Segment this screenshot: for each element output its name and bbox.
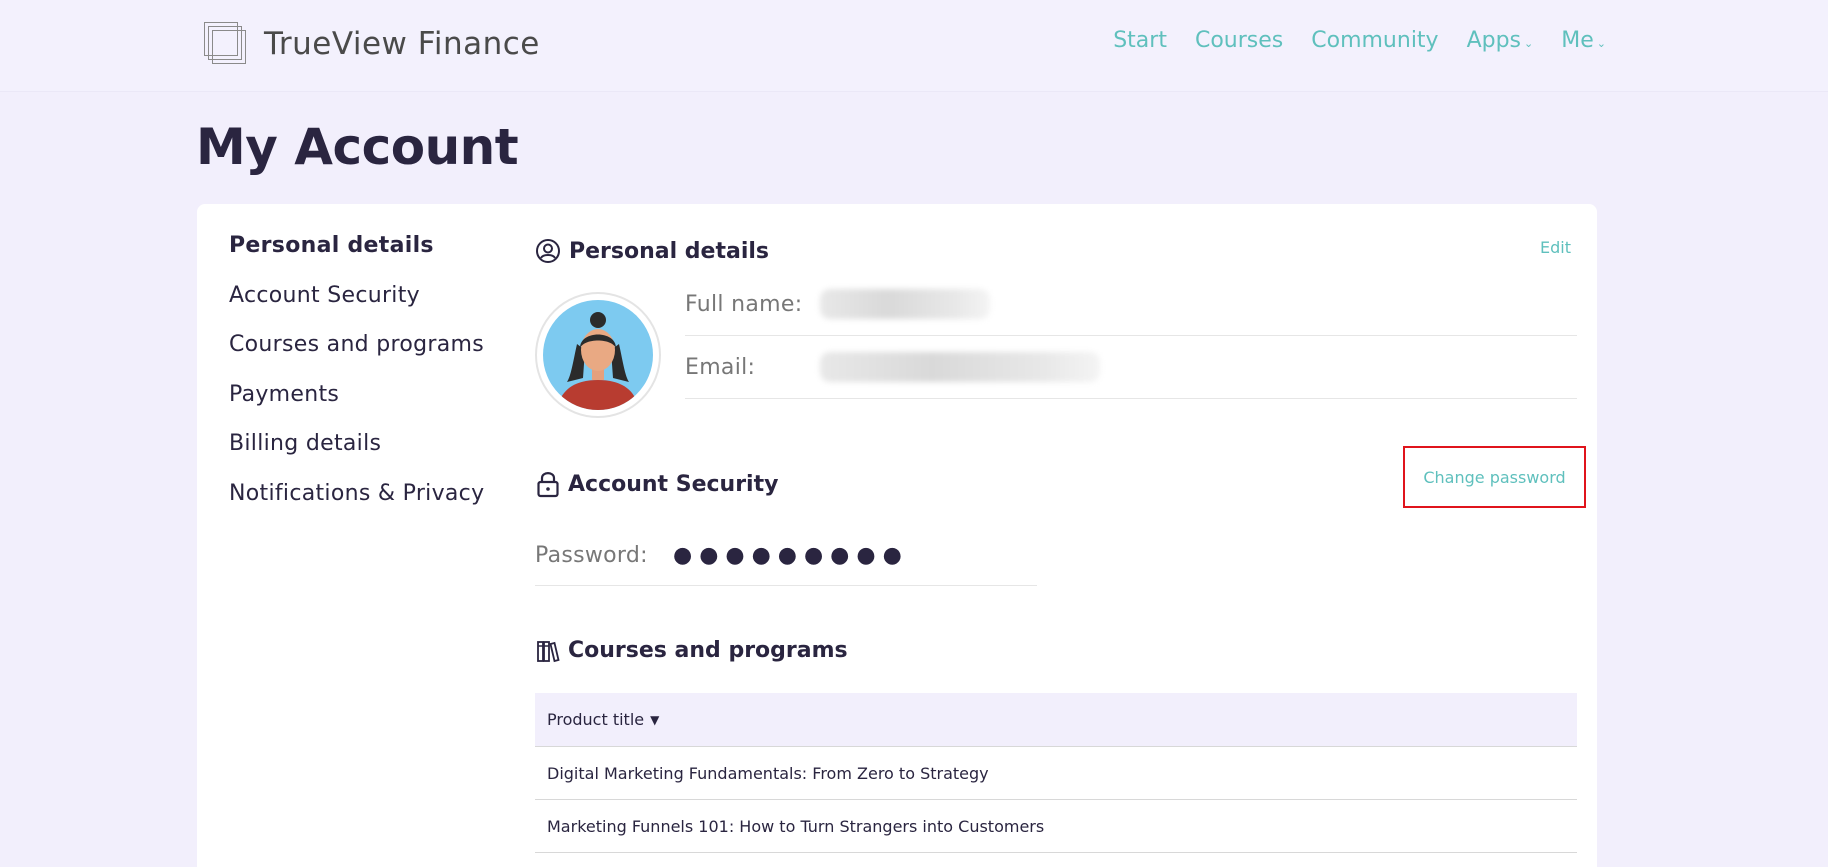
change-password-highlight: Change password bbox=[1403, 446, 1586, 508]
sidebar-item-personal-details[interactable]: Personal details bbox=[229, 234, 484, 284]
full-name-value-redacted bbox=[820, 289, 990, 319]
table-row[interactable]: Digital Marketing Fundamentals: From Zer… bbox=[535, 747, 1577, 800]
brand[interactable]: TrueView Finance bbox=[200, 20, 540, 68]
change-password-link[interactable]: Change password bbox=[1423, 468, 1565, 487]
sidebar-item-notifications-privacy[interactable]: Notifications & Privacy bbox=[229, 481, 484, 532]
main-nav: Start Courses Community Apps ⌄ Me ⌄ bbox=[1085, 28, 1606, 53]
user-circle-icon bbox=[536, 239, 560, 263]
page-title: My Account bbox=[196, 118, 519, 176]
lock-icon bbox=[537, 472, 559, 498]
sidebar-item-courses-programs[interactable]: Courses and programs bbox=[229, 333, 484, 383]
email-value-redacted bbox=[820, 352, 1100, 382]
account-card: Personal details Account Security Course… bbox=[197, 204, 1597, 867]
courses-title: Courses and programs bbox=[568, 638, 848, 663]
avatar-illustration bbox=[543, 300, 653, 410]
password-label: Password: bbox=[535, 543, 648, 568]
brand-logo-icon bbox=[200, 20, 248, 68]
courses-heading: Courses and programs bbox=[536, 638, 848, 663]
sidebar-item-payments[interactable]: Payments bbox=[229, 382, 484, 433]
nav-me[interactable]: Me ⌄ bbox=[1561, 28, 1606, 53]
column-header-product-title[interactable]: Product title ▼ bbox=[535, 693, 1577, 747]
account-security-title: Account Security bbox=[568, 471, 779, 497]
table-row[interactable]: Marketing Funnels 101: How to Turn Stran… bbox=[535, 800, 1577, 853]
sidebar-item-billing-details[interactable]: Billing details bbox=[229, 432, 484, 482]
sort-caret-down-icon: ▼ bbox=[650, 712, 660, 727]
brand-name: TrueView Finance bbox=[264, 26, 540, 62]
email-label: Email: bbox=[685, 354, 756, 380]
account-security-heading: Account Security bbox=[536, 470, 778, 498]
personal-details-title: Personal details bbox=[569, 238, 770, 264]
edit-link[interactable]: Edit bbox=[1540, 238, 1571, 257]
nav-courses[interactable]: Courses bbox=[1195, 28, 1283, 53]
chevron-down-icon: ⌄ bbox=[1524, 37, 1534, 50]
top-navbar: TrueView Finance Start Courses Community… bbox=[0, 0, 1828, 92]
full-name-label: Full name: bbox=[685, 291, 803, 317]
nav-start[interactable]: Start bbox=[1113, 28, 1167, 53]
books-icon bbox=[537, 640, 560, 662]
nav-community[interactable]: Community bbox=[1311, 28, 1438, 53]
personal-details-heading: Personal details bbox=[535, 238, 769, 264]
password-mask: ●●●●●●●●● bbox=[673, 543, 909, 568]
password-row: Password: ●●●●●●●●● bbox=[535, 526, 1037, 586]
full-name-row: Full name: bbox=[685, 273, 1577, 336]
email-row: Email: bbox=[685, 336, 1577, 399]
courses-table: Product title ▼ Digital Marketing Fundam… bbox=[535, 693, 1577, 853]
chevron-down-icon: ⌄ bbox=[1596, 37, 1606, 50]
avatar[interactable] bbox=[535, 292, 661, 418]
account-sidebar: Personal details Account Security Course… bbox=[229, 234, 484, 531]
nav-apps[interactable]: Apps ⌄ bbox=[1467, 28, 1534, 53]
sidebar-item-account-security[interactable]: Account Security bbox=[229, 283, 484, 334]
